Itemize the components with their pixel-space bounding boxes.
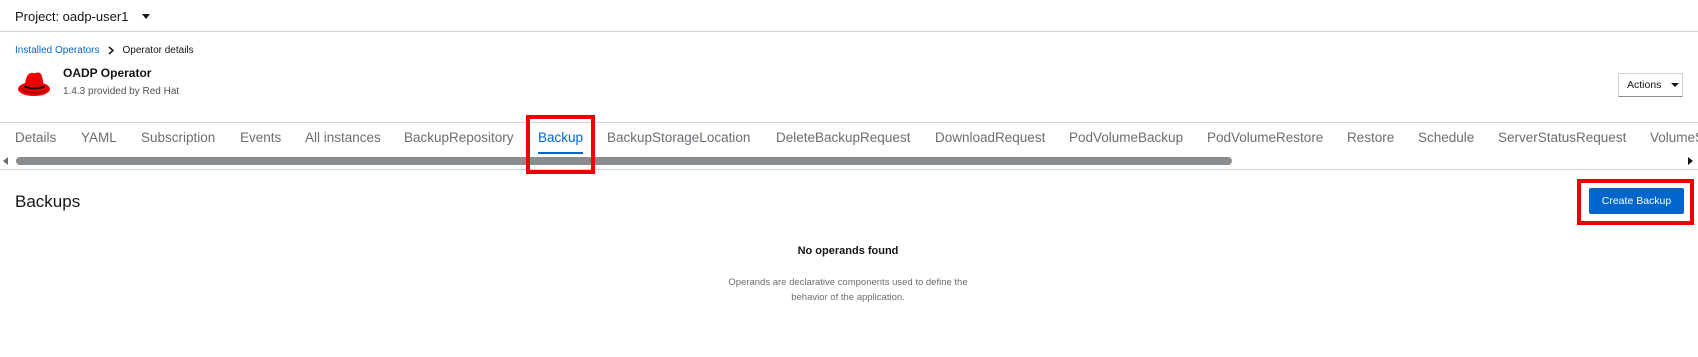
create-backup-button[interactable]: Create Backup xyxy=(1589,188,1684,214)
tab-podvolumebackup[interactable]: PodVolumeBackup xyxy=(1069,130,1183,145)
tab-scrollbar-thumb[interactable] xyxy=(16,157,1232,165)
caret-down-icon xyxy=(142,13,151,19)
tab-details[interactable]: Details xyxy=(15,130,56,145)
breadcrumb-installed-operators-link[interactable]: Installed Operators xyxy=(15,45,100,56)
tab-bar: Details YAML Subscription Events All ins… xyxy=(0,122,1698,170)
project-selector[interactable]: Project: oadp-user1 xyxy=(15,6,151,26)
tab-volumesnapshotlocation[interactable]: VolumeS xyxy=(1650,130,1698,145)
tab-backupstoragelocation[interactable]: BackupStorageLocation xyxy=(607,130,750,145)
operator-name: OADP Operator xyxy=(63,66,152,80)
empty-state-title: No operands found xyxy=(797,245,899,257)
page-title: Backups xyxy=(15,192,81,211)
redhat-fedora-icon xyxy=(17,68,51,98)
chevron-right-icon xyxy=(108,46,114,55)
empty-state-description-line1: Operands are declarative components used… xyxy=(728,277,968,288)
caret-down-icon xyxy=(1671,83,1680,87)
active-tab-underline xyxy=(538,152,583,154)
tab-events[interactable]: Events xyxy=(240,130,281,145)
tab-backup[interactable]: Backup xyxy=(538,130,583,145)
breadcrumb-current: Operator details xyxy=(122,45,194,56)
empty-state-description-line2: behavior of the application. xyxy=(791,292,905,303)
tab-yaml[interactable]: YAML xyxy=(81,130,117,145)
tab-serverstatusrequest[interactable]: ServerStatusRequest xyxy=(1498,130,1626,145)
tab-podvolumerestore[interactable]: PodVolumeRestore xyxy=(1207,130,1323,145)
actions-dropdown[interactable]: Actions xyxy=(1618,73,1683,97)
tab-subscription[interactable]: Subscription xyxy=(141,130,215,145)
tab-downloadrequest[interactable]: DownloadRequest xyxy=(935,130,1045,145)
scroll-right-icon[interactable] xyxy=(1688,157,1693,165)
operator-version: 1.4.3 provided by Red Hat xyxy=(63,86,180,97)
project-bar: Project: oadp-user1 xyxy=(0,0,1698,32)
empty-state-description: Operands are declarative components used… xyxy=(720,275,976,305)
empty-state: No operands found Operands are declarati… xyxy=(720,245,976,305)
tab-all-instances[interactable]: All instances xyxy=(305,130,381,145)
actions-label: Actions xyxy=(1627,79,1662,91)
tab-restore[interactable]: Restore xyxy=(1347,130,1394,145)
project-label: Project: oadp-user1 xyxy=(15,8,129,24)
tab-schedule[interactable]: Schedule xyxy=(1418,130,1474,145)
tab-deletebackuprequest[interactable]: DeleteBackupRequest xyxy=(776,130,910,145)
tab-backuprepository[interactable]: BackupRepository xyxy=(404,130,514,145)
breadcrumb: Installed Operators Operator details xyxy=(15,45,194,56)
scroll-left-icon[interactable] xyxy=(3,157,8,165)
